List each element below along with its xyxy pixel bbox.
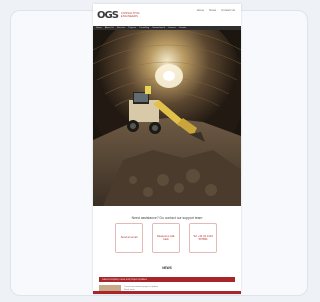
hero-image-tunnel — [93, 30, 241, 206]
logo-wordmark: CONSULTING ENGINEERS — [121, 12, 140, 18]
callback-box-button[interactable]: Request a Call-back — [152, 223, 180, 253]
nav-item-about[interactable]: About Us — [105, 27, 114, 29]
contact-title: Need assistance? Do contact our support … — [131, 216, 203, 220]
phone-box-button[interactable]: Tel: +44 (0) 1234 567890 — [189, 223, 217, 253]
company-logo[interactable]: OGS CONSULTING ENGINEERS — [97, 9, 140, 21]
nav-item-projects[interactable]: Projects — [128, 27, 136, 29]
logo-text-line2: ENGINEERS — [120, 15, 138, 18]
news-bar-text: Latest company news and project updates — [102, 278, 147, 281]
site-header: OGS CONSULTING ENGINEERS Home News Conta… — [93, 4, 241, 26]
contact-section: Need assistance? Do contact our support … — [93, 206, 241, 264]
nav-item-services[interactable]: Services — [117, 27, 125, 29]
news-bar[interactable]: Latest company news and project updates — [99, 277, 235, 282]
nav-item-careers[interactable]: Careers — [168, 27, 176, 29]
email-box-button[interactable]: Send an email — [115, 223, 143, 253]
top-link-home[interactable]: Home — [197, 8, 204, 12]
top-link-contact[interactable]: Contact Us — [221, 8, 235, 12]
news-section: NEWS Latest company news and project upd… — [93, 264, 241, 294]
website-page: OGS CONSULTING ENGINEERS Home News Conta… — [93, 4, 241, 294]
phone-box-label: Tel: +44 (0) 1234 567890 — [193, 234, 213, 241]
email-box-label: Send an email — [120, 236, 138, 240]
top-links: Home News Contact Us — [197, 8, 235, 12]
footer-strip — [93, 291, 241, 294]
logo-mark: OGS — [97, 9, 119, 21]
news-title: NEWS — [162, 266, 172, 270]
nav-item-geotechnical[interactable]: Geotechnical — [152, 27, 165, 29]
nav-item-tunnelling[interactable]: Tunnelling — [139, 27, 149, 29]
nav-item-contact[interactable]: Contact — [179, 27, 187, 29]
top-link-news[interactable]: News — [209, 8, 216, 12]
callback-box-label: Request a Call-back — [157, 234, 175, 241]
news-item-title: Tunnel excavation progress update — [124, 286, 159, 288]
logo-mark-text: OGS — [97, 9, 119, 21]
nav-item-home[interactable]: Home — [96, 27, 102, 29]
tunnel-illustration — [93, 30, 241, 206]
